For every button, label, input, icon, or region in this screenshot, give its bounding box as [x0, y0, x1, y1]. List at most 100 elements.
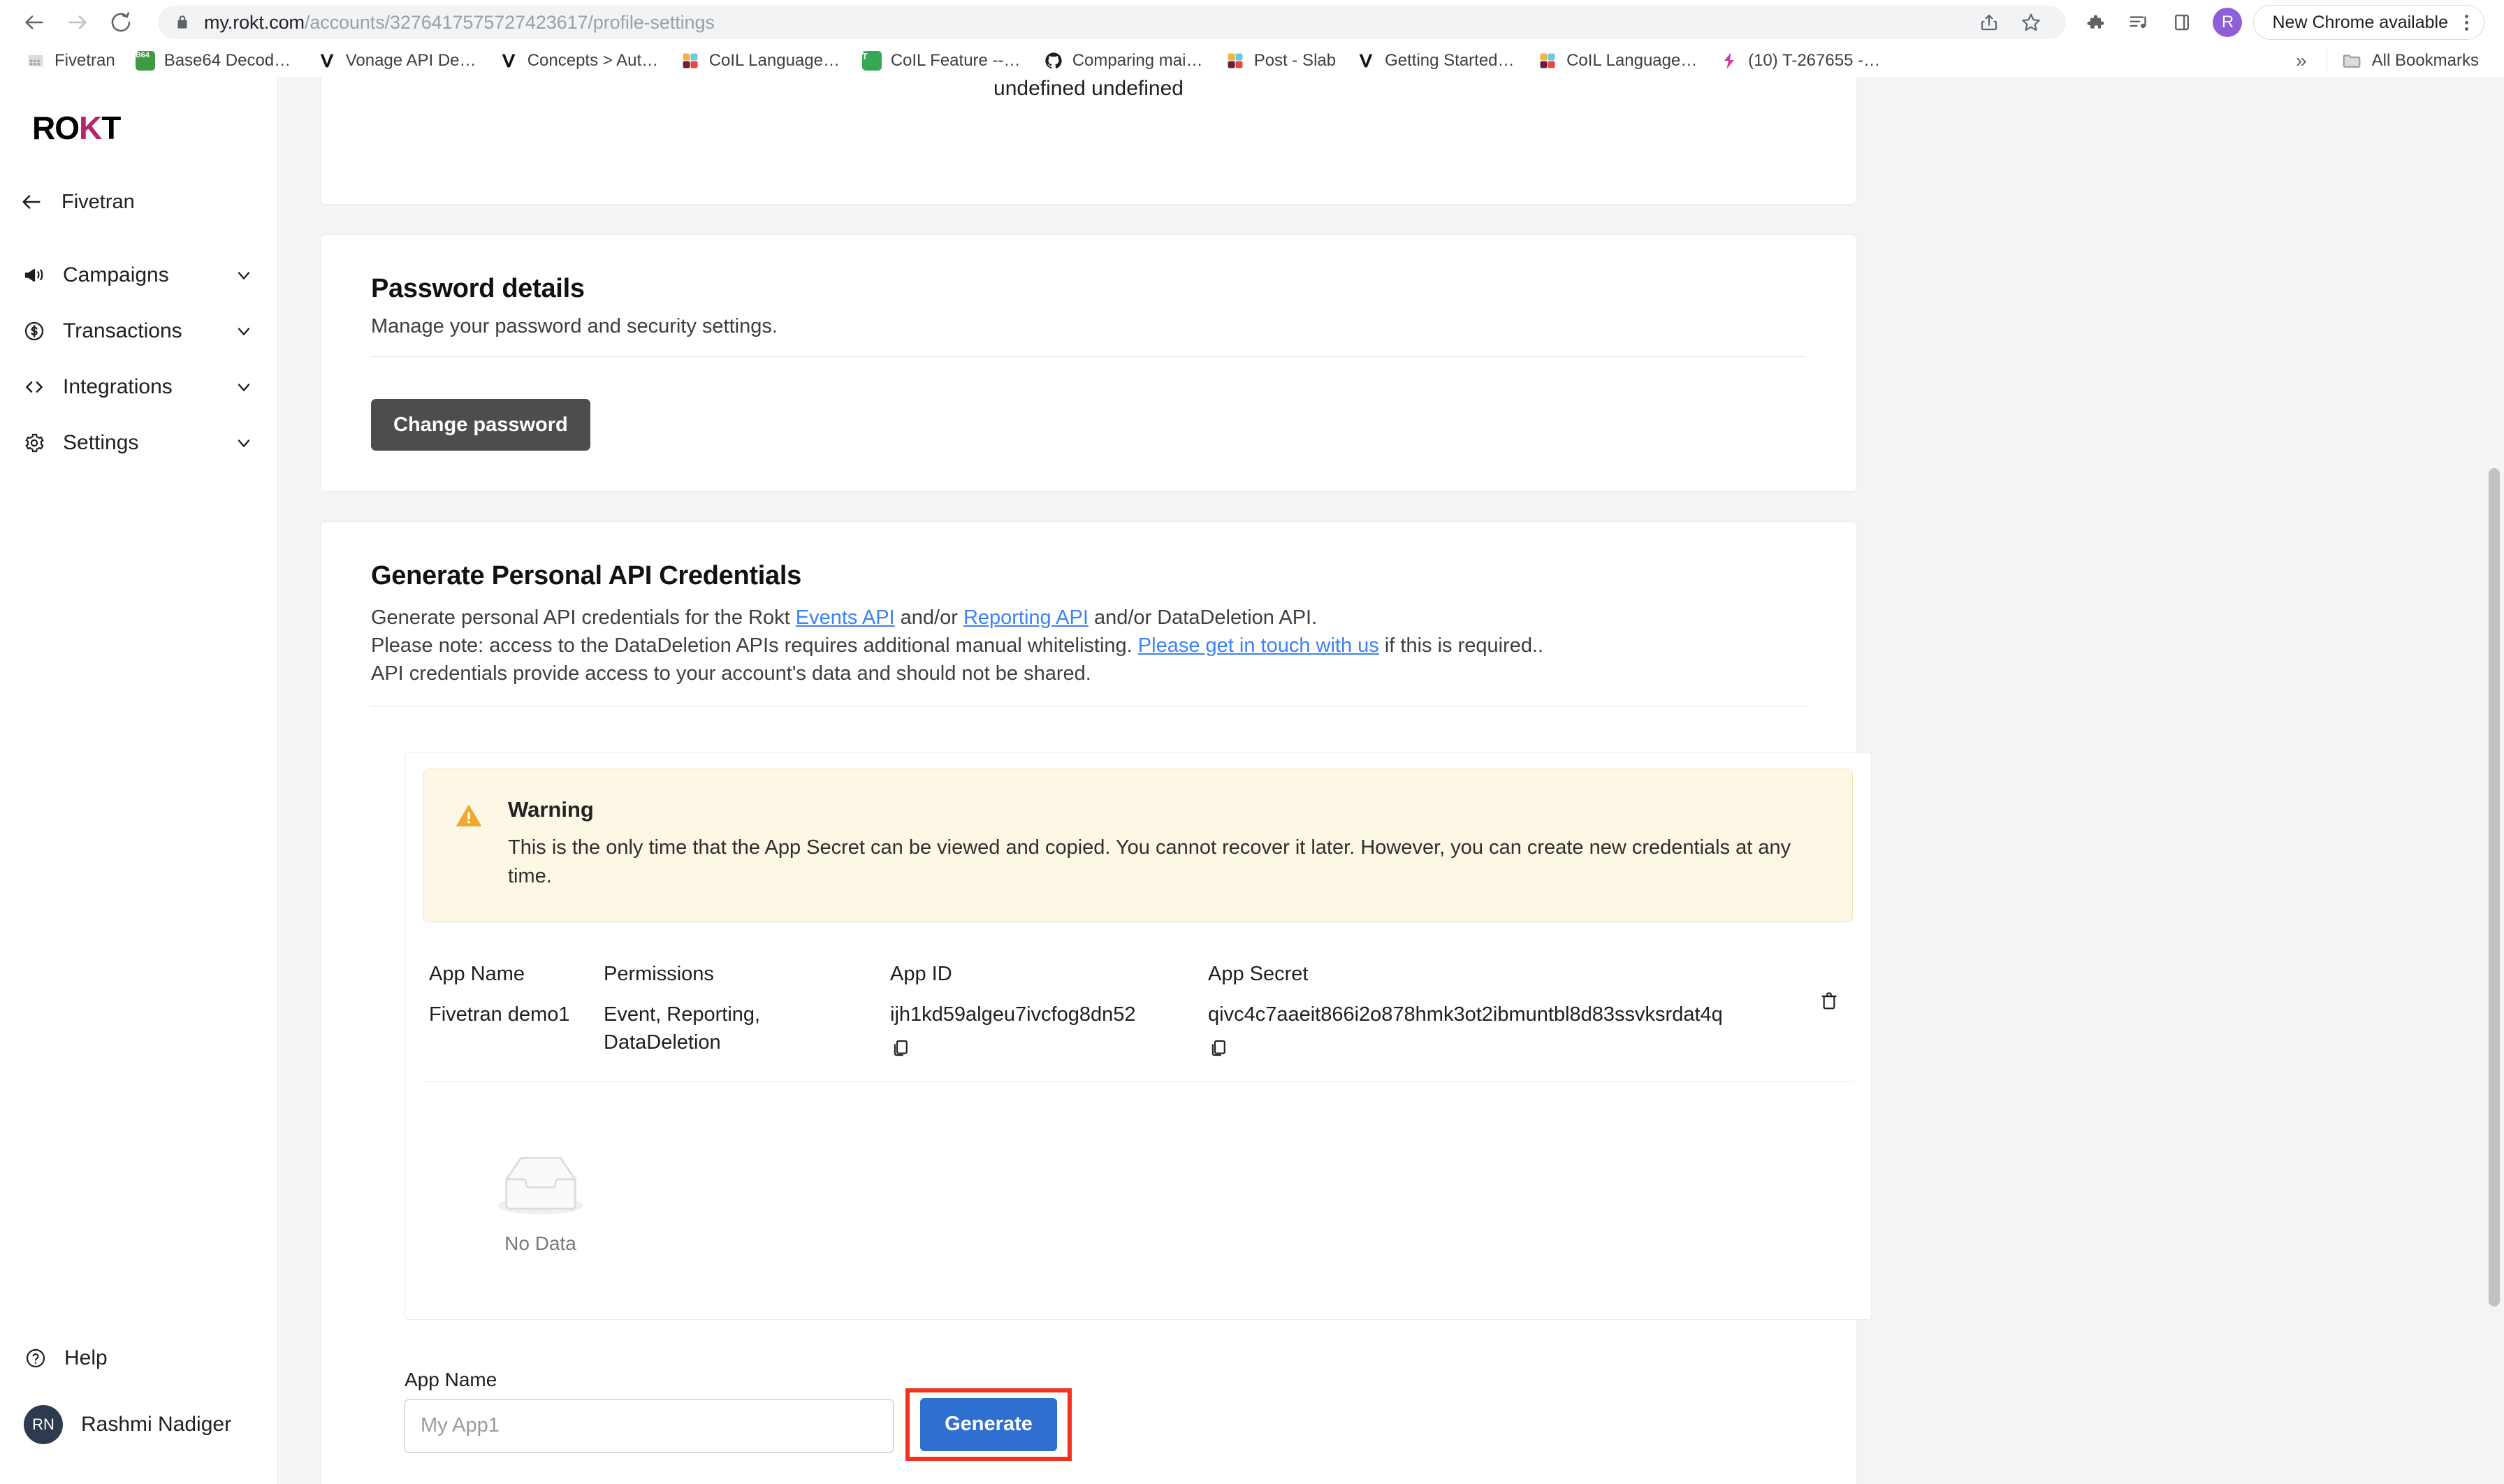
- all-bookmarks-button[interactable]: All Bookmarks: [2331, 47, 2489, 75]
- password-section-title: Password details: [371, 274, 585, 303]
- bookmark-item[interactable]: Concepts > Authe...: [488, 47, 670, 75]
- sidebar-item-transactions[interactable]: Transactions: [0, 303, 277, 359]
- column-header-app-name: App Name: [429, 963, 525, 986]
- sidebar-item-help[interactable]: Help: [0, 1330, 277, 1386]
- copy-icon[interactable]: [1208, 1038, 1229, 1059]
- bookmark-star-icon[interactable]: [2011, 3, 2051, 42]
- api-desc-text-1b: and/or: [894, 606, 963, 629]
- address-bar[interactable]: my.rokt.com/accounts/3276417575727423617…: [158, 3, 2067, 42]
- sidebar-label-integrations: Integrations: [63, 375, 173, 398]
- chrome-update-pill[interactable]: New Chrome available: [2253, 5, 2484, 40]
- vonage-icon: [1355, 50, 1376, 71]
- chrome-menu-icon[interactable]: [2458, 14, 2475, 31]
- credentials-panel: Warning This is the only time that the A…: [405, 752, 1872, 1320]
- api-description: Generate personal API credentials for th…: [371, 604, 1806, 688]
- jira-icon: [1719, 50, 1740, 71]
- api-desc-text-2a: Please note: access to the DataDeletion …: [371, 634, 1138, 657]
- sidebar-item-settings[interactable]: Settings: [0, 415, 277, 471]
- profile-card-partial: undefined undefined: [320, 77, 1857, 205]
- user-name-label: Rashmi Nadiger: [81, 1413, 232, 1436]
- help-circle-icon: [24, 1346, 48, 1370]
- api-credentials-card: Generate Personal API Credentials Genera…: [320, 521, 1872, 1484]
- app-sidebar: RO K T Fivetran Campaigns Transactions I…: [0, 77, 278, 1484]
- empty-state: No Data: [458, 1082, 623, 1319]
- chevron-down-icon[interactable]: [234, 377, 254, 397]
- app-name-field-group: App Name: [405, 1369, 894, 1453]
- sidebar-user[interactable]: RN Rashmi Nadiger: [0, 1393, 277, 1456]
- sheets-icon: T: [861, 50, 882, 71]
- bookmarks-more-icon[interactable]: »: [2280, 50, 2322, 72]
- side-panel-icon[interactable]: [2162, 3, 2201, 42]
- back-button[interactable]: [13, 1, 56, 44]
- logo-accent: K: [79, 110, 102, 146]
- chrome-profile-avatar[interactable]: R: [2213, 8, 2243, 37]
- reporting-api-link[interactable]: Reporting API: [963, 606, 1089, 629]
- bookmark-item[interactable]: Vonage API Devel...: [307, 47, 488, 75]
- trash-icon[interactable]: [1818, 989, 1840, 1012]
- app-page: RO K T Fivetran Campaigns Transactions I…: [0, 77, 2504, 1484]
- cell-app-secret: App Secret qivc4c7aaeit866i2o878hmk3ot2i…: [1208, 963, 1784, 1058]
- password-section-subtitle: Manage your password and security settin…: [371, 315, 778, 337]
- chevron-down-icon[interactable]: [234, 433, 254, 453]
- column-header-app-secret: App Secret: [1208, 963, 1309, 986]
- dollar-circle-icon: [22, 319, 46, 343]
- profile-name-text: undefined undefined: [993, 77, 1184, 100]
- bookmark-item[interactable]: (10) T-267655 - B...: [1709, 47, 1891, 75]
- logo-prefix: RO: [32, 110, 80, 146]
- warning-triangle-icon: [453, 800, 484, 831]
- bookmark-item[interactable]: CoIL Language Re...: [1527, 47, 1709, 75]
- help-label: Help: [64, 1346, 108, 1369]
- events-api-link[interactable]: Events API: [796, 606, 895, 629]
- value-app-id: ijh1kd59algeu7ivcfog8dn52: [890, 1003, 1136, 1026]
- bookmark-item[interactable]: T CoIL Feature -- S...: [852, 47, 1033, 75]
- api-desc-text-1a: Generate personal API credentials for th…: [371, 606, 796, 629]
- sidebar-item-campaigns[interactable]: Campaigns: [0, 247, 277, 303]
- generate-button-highlight: Generate: [905, 1388, 1072, 1461]
- vonage-icon: [498, 50, 519, 71]
- api-section-title: Generate Personal API Credentials: [371, 561, 801, 590]
- base64-icon: B64: [135, 50, 156, 71]
- slab-icon: [1225, 50, 1246, 71]
- chevron-down-icon[interactable]: [234, 321, 254, 341]
- chrome-update-label: New Chrome available: [2272, 12, 2448, 32]
- forward-button[interactable]: [56, 1, 99, 44]
- api-desc-line1: Generate personal API credentials for th…: [371, 604, 1806, 632]
- chevron-down-icon[interactable]: [234, 265, 254, 285]
- bookmark-item[interactable]: Comparing main......: [1033, 47, 1215, 75]
- account-back-link[interactable]: Fivetran: [0, 147, 277, 214]
- avatar: RN: [24, 1405, 63, 1444]
- api-desc-line2: Please note: access to the DataDeletion …: [371, 632, 1806, 660]
- bookmark-item[interactable]: Getting Started -...: [1346, 47, 1527, 75]
- url-text: my.rokt.com/accounts/3276417575727423617…: [204, 12, 715, 34]
- gear-icon: [22, 431, 46, 455]
- extensions-icon[interactable]: [2076, 3, 2115, 42]
- bookmarks-overflow: » All Bookmarks: [2280, 47, 2489, 75]
- bookmark-item[interactable]: Post - Slab: [1215, 47, 1346, 75]
- generate-button[interactable]: Generate: [920, 1397, 1057, 1451]
- reload-button[interactable]: [99, 1, 143, 44]
- cell-app-id: App ID ijh1kd59algeu7ivcfog8dn52: [890, 963, 1208, 1058]
- bookmark-item[interactable]: CoIL Language Re...: [670, 47, 852, 75]
- app-name-input[interactable]: [405, 1399, 894, 1453]
- value-app-secret: qivc4c7aaeit866i2o878hmk3ot2ibmuntbl8d83…: [1208, 1003, 1723, 1026]
- api-desc-text-2b: if this is required..: [1378, 634, 1544, 657]
- omnibox-actions: [1970, 3, 2051, 42]
- change-password-button[interactable]: Change password: [371, 399, 590, 451]
- browser-toolbar: my.rokt.com/accounts/3276417575727423617…: [0, 0, 2504, 45]
- copy-icon[interactable]: [890, 1038, 911, 1059]
- building-icon: [25, 50, 46, 71]
- sidebar-label-settings: Settings: [63, 431, 139, 454]
- rokt-logo[interactable]: RO K T: [0, 77, 277, 147]
- arrow-left-icon: [20, 190, 43, 214]
- bookmark-item[interactable]: Fivetran: [15, 47, 125, 75]
- share-icon[interactable]: [1970, 3, 2009, 42]
- page-scrollbar-thumb[interactable]: [2489, 468, 2500, 1307]
- sidebar-item-integrations[interactable]: Integrations: [0, 359, 277, 415]
- reading-list-icon[interactable]: [2119, 3, 2158, 42]
- get-in-touch-link[interactable]: Please get in touch with us: [1138, 634, 1379, 657]
- row-actions: [1784, 963, 1847, 1058]
- bookmark-label: Comparing main......: [1072, 51, 1205, 70]
- api-desc-text-1c: and/or DataDeletion API.: [1088, 606, 1318, 629]
- bookmark-label: Vonage API Devel...: [345, 51, 479, 70]
- bookmark-item[interactable]: B64 Base64 Decode a...: [125, 47, 307, 75]
